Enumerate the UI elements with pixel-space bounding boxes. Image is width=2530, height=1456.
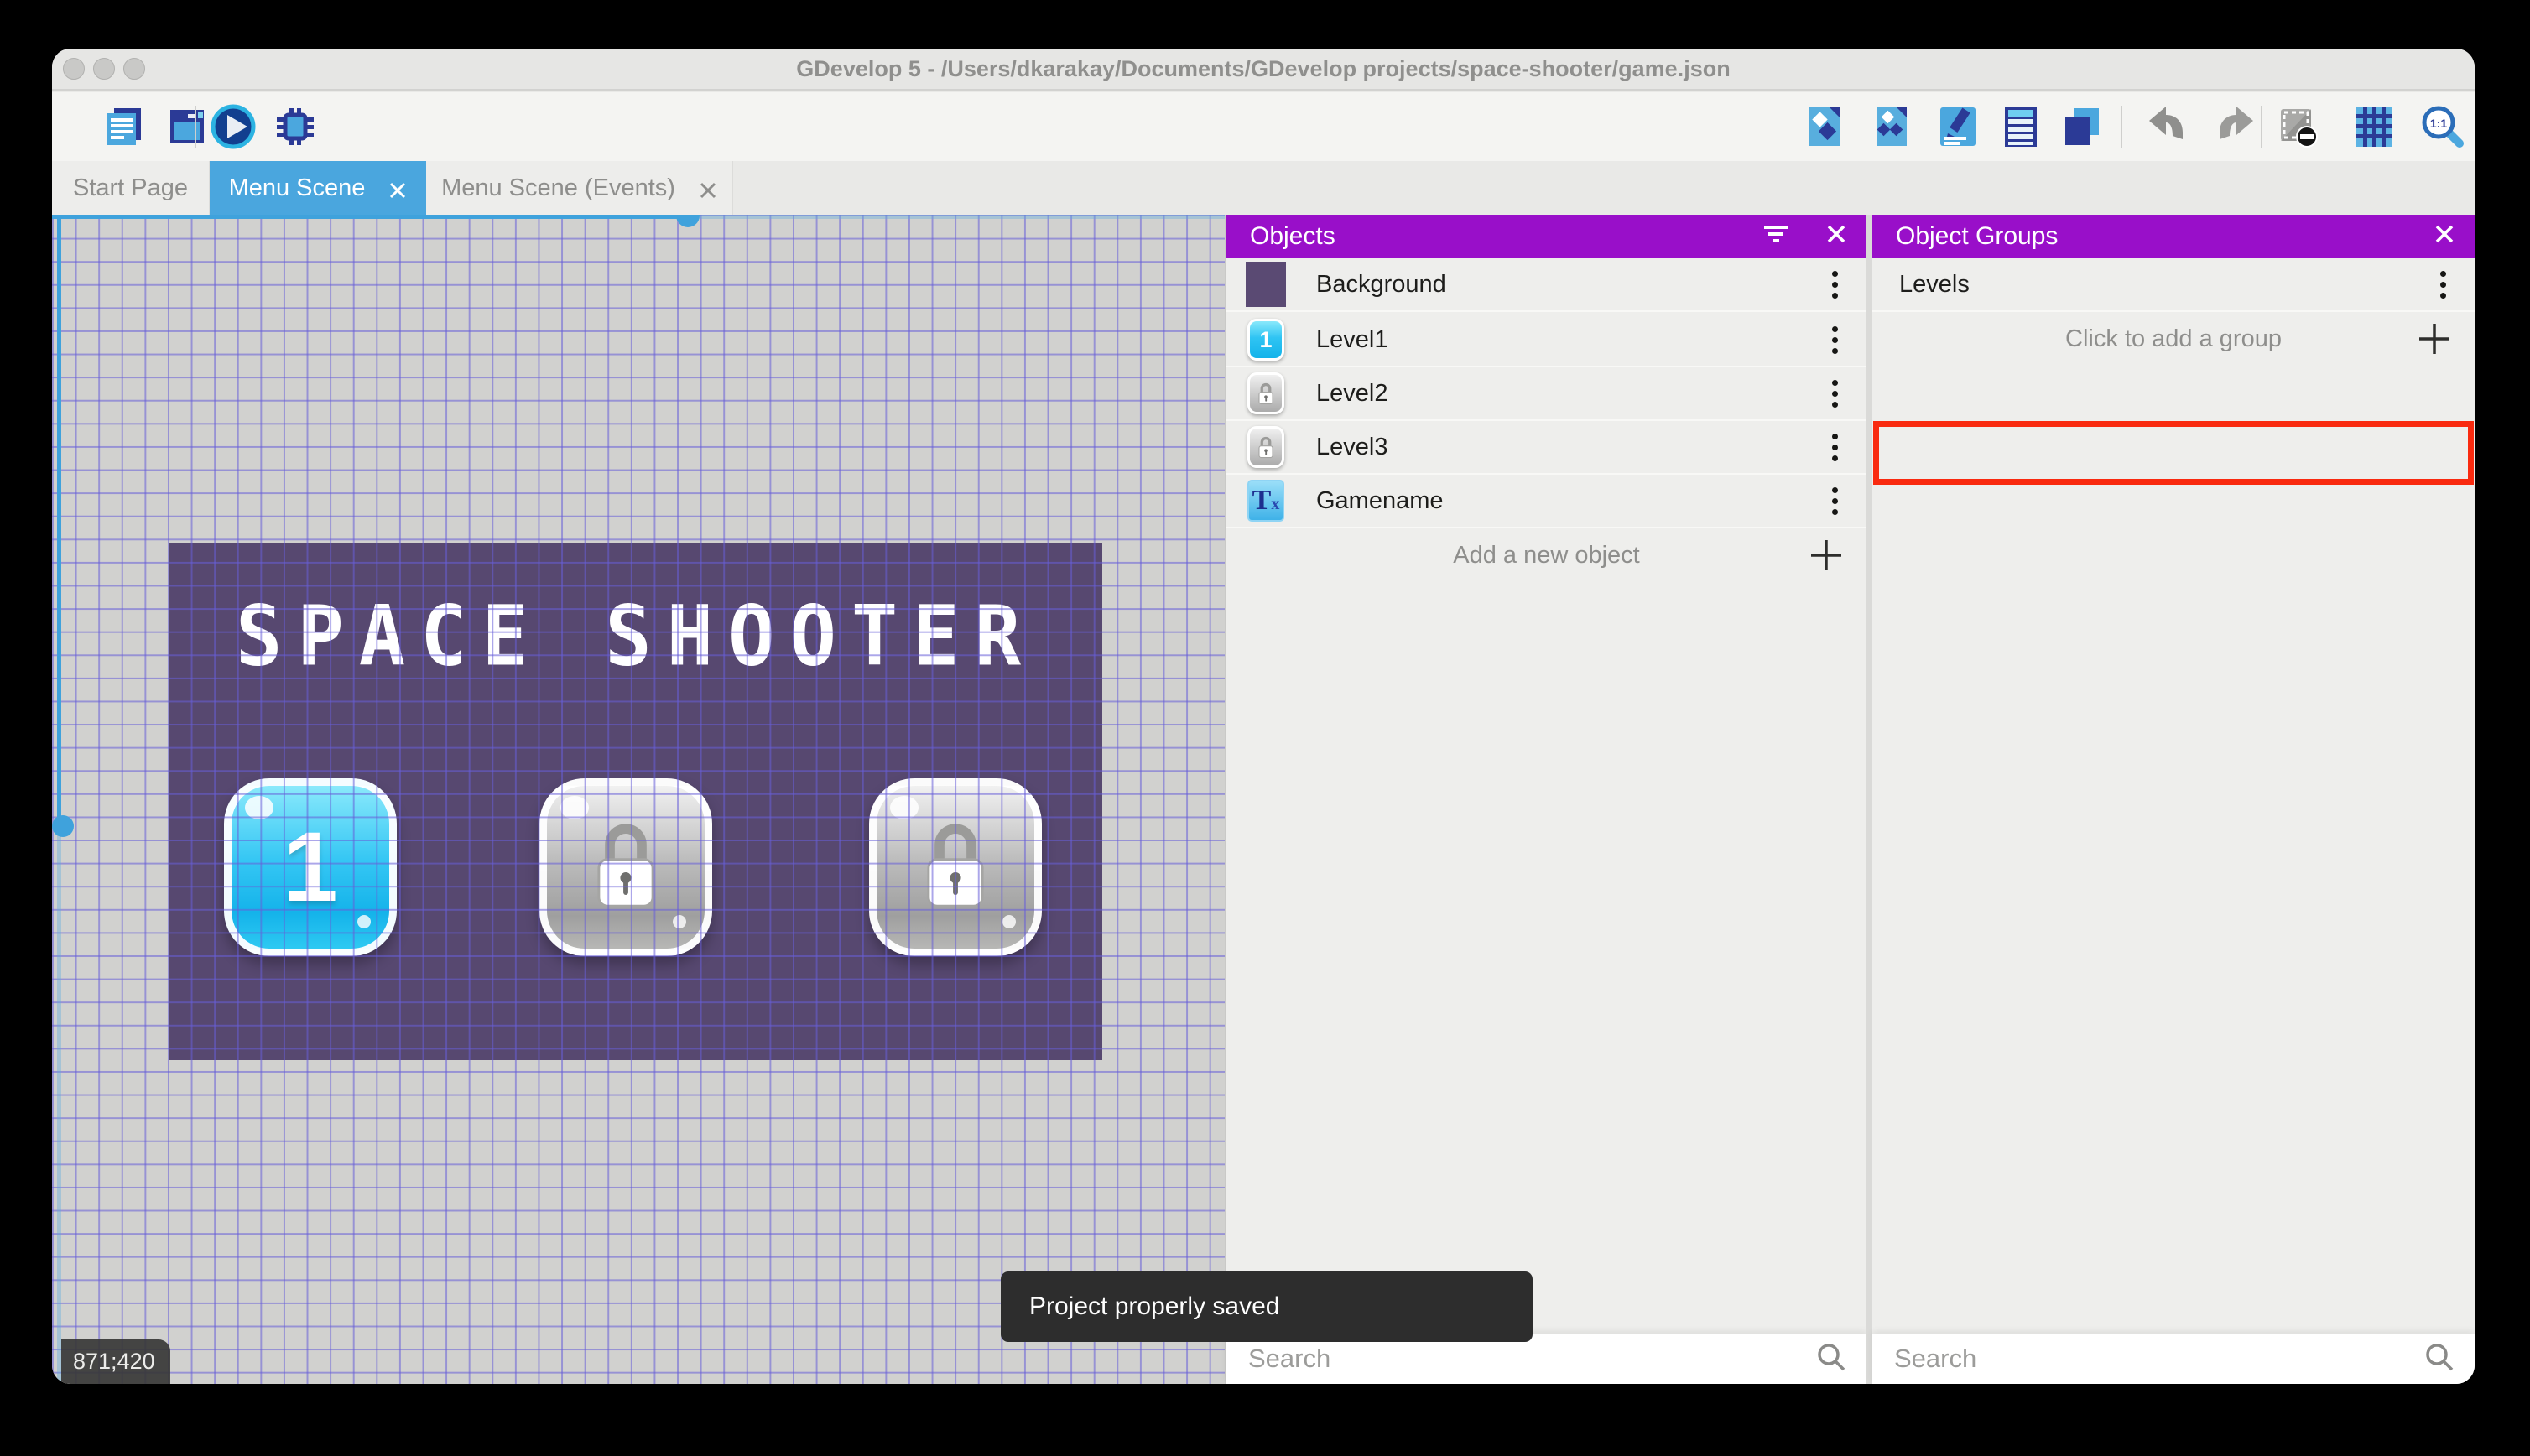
- tab-start-page[interactable]: Start Page: [52, 161, 210, 215]
- search-icon: [1814, 1340, 1848, 1378]
- filter-icon[interactable]: [1762, 222, 1789, 251]
- object-name: Level1: [1316, 325, 1388, 353]
- toolbar-separator: [2261, 106, 2262, 148]
- plus-icon[interactable]: [2416, 320, 2453, 364]
- instances-list-icon[interactable]: [1997, 103, 2044, 150]
- panels-divider: [1866, 215, 1872, 1384]
- tab-menu-scene-events[interactable]: Menu Scene (Events): [426, 161, 733, 215]
- lock-thumbnail: [1246, 371, 1286, 416]
- main-toolbar: 1:1: [52, 92, 2475, 161]
- groups-panel-title: Object Groups: [1896, 222, 2059, 250]
- horizontal-scrollbar-thumb[interactable]: [676, 215, 700, 227]
- object-menu-icon[interactable]: [1827, 266, 1843, 304]
- layers-editor-icon[interactable]: [2059, 103, 2106, 150]
- add-object-label: Add a new object: [1453, 541, 1640, 569]
- close-tab-icon[interactable]: [388, 179, 407, 199]
- object-row-gamename[interactable]: Tx Gamename: [1226, 475, 1866, 528]
- toggle-grid-icon[interactable]: [2350, 103, 2397, 150]
- objects-panel-title: Objects: [1250, 222, 1335, 250]
- lock-icon: [919, 820, 992, 915]
- objects-panel: Objects Background 1 Level1 Level2 Level…: [1226, 215, 1866, 1384]
- tab-label: Menu Scene (Events): [441, 174, 675, 201]
- text-object-thumbnail: Tx: [1246, 478, 1286, 523]
- vertical-scrollbar-thumb[interactable]: [52, 815, 74, 837]
- launch-debugger-icon[interactable]: [272, 103, 319, 150]
- edit-mask-icon[interactable]: [2273, 103, 2320, 150]
- zoom-1-1-icon[interactable]: 1:1: [2418, 103, 2465, 150]
- scene-editor-canvas[interactable]: SPACE SHOOTER 1 871;420: [52, 215, 1225, 1384]
- scene-title-text: SPACE SHOOTER: [235, 587, 1037, 684]
- groups-search-input[interactable]: [1894, 1344, 2423, 1374]
- toolbar-separator: [2121, 106, 2122, 148]
- add-object-row[interactable]: Add a new object: [1226, 528, 1866, 582]
- vertical-scrollbar-fill: [57, 215, 61, 827]
- add-group-label: Click to add a group: [2065, 325, 2282, 352]
- object-row-background[interactable]: Background: [1226, 258, 1866, 312]
- save-toast: Project properly saved: [1001, 1271, 1533, 1342]
- svg-text:1:1: 1:1: [2430, 117, 2447, 130]
- object-menu-icon[interactable]: [1827, 321, 1843, 359]
- plus-icon[interactable]: [1808, 537, 1845, 580]
- objects-editor-icon[interactable]: [1801, 103, 1848, 150]
- toolbar-separator: [195, 106, 196, 148]
- cursor-coordinates-badge: 871;420: [61, 1339, 170, 1384]
- redo-icon[interactable]: [2212, 103, 2259, 150]
- lock-icon: [589, 820, 663, 915]
- title-bar: GDevelop 5 - /Users/dkarakay/Documents/G…: [52, 49, 2475, 91]
- tab-label: Start Page: [72, 174, 189, 201]
- tab-menu-scene[interactable]: Menu Scene: [210, 161, 426, 215]
- undo-icon[interactable]: [2143, 103, 2190, 150]
- horizontal-scrollbar-fill: [52, 215, 681, 219]
- level-buttons-row: 1: [169, 778, 1102, 959]
- lock-thumbnail: [1246, 424, 1286, 470]
- window-title: GDevelop 5 - /Users/dkarakay/Documents/G…: [796, 56, 1731, 81]
- groups-search-bar: [1872, 1334, 2475, 1384]
- close-panel-icon[interactable]: [1826, 222, 1846, 251]
- groups-panel-header: Object Groups: [1872, 215, 2475, 258]
- app-window: GDevelop 5 - /Users/dkarakay/Documents/G…: [52, 49, 2475, 1384]
- background-thumbnail: [1246, 262, 1286, 307]
- object-name: Level3: [1316, 433, 1388, 460]
- screenshot-root: { "window": { "title": "GDevelop 5 - /Us…: [0, 0, 2530, 1456]
- object-groups-panel: Object Groups Levels Click to add a grou…: [1872, 215, 2475, 1384]
- object-row-level2[interactable]: Level2: [1226, 367, 1866, 421]
- object-row-level3[interactable]: Level3: [1226, 421, 1866, 475]
- level1-button-sprite: 1: [224, 778, 397, 956]
- level1-number: 1: [283, 812, 338, 923]
- object-row-level1[interactable]: 1 Level1: [1226, 314, 1866, 367]
- object-menu-icon[interactable]: [1827, 482, 1843, 520]
- group-row-levels[interactable]: Levels: [1872, 258, 2475, 312]
- highlight-rectangle: [1873, 421, 2474, 485]
- search-icon: [2423, 1340, 2456, 1378]
- level1-thumbnail: 1: [1246, 317, 1286, 362]
- start-page-window-icon[interactable]: [164, 103, 211, 150]
- object-name: Background: [1316, 270, 1446, 298]
- objects-search-input[interactable]: [1248, 1344, 1814, 1374]
- group-name: Levels: [1899, 270, 1970, 298]
- object-name: Level2: [1316, 379, 1388, 407]
- tab-label: Menu Scene: [228, 174, 366, 201]
- project-manager-icon[interactable]: [101, 103, 148, 150]
- close-panel-icon[interactable]: [2434, 222, 2455, 251]
- group-menu-icon[interactable]: [2435, 266, 2451, 304]
- properties-icon[interactable]: [1934, 103, 1981, 150]
- object-name: Gamename: [1316, 486, 1444, 514]
- editor-tab-bar: Start Page Menu Scene Menu Scene (Events…: [52, 161, 2475, 215]
- close-tab-icon[interactable]: [699, 179, 717, 199]
- level3-locked-sprite: [869, 778, 1042, 956]
- object-menu-icon[interactable]: [1827, 429, 1843, 466]
- objects-panel-header: Objects: [1226, 215, 1866, 258]
- add-group-row[interactable]: Click to add a group: [1872, 312, 2475, 366]
- background-instance[interactable]: SPACE SHOOTER 1: [169, 543, 1102, 1060]
- object-groups-editor-icon[interactable]: [1868, 103, 1915, 150]
- object-menu-icon[interactable]: [1827, 375, 1843, 413]
- launch-preview-icon[interactable]: [210, 103, 257, 150]
- level2-locked-sprite: [539, 778, 712, 956]
